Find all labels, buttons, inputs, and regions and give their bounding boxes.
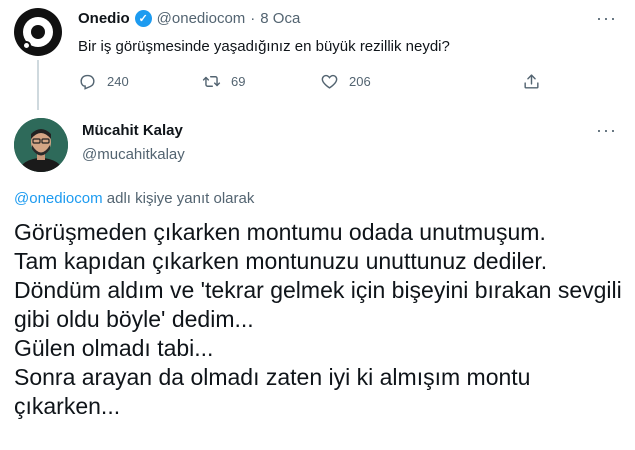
verified-badge-icon: ✓	[134, 10, 152, 27]
tweet-header: Onedio ✓ @onediocom · 8 Oca	[78, 10, 300, 27]
heart-icon	[321, 74, 338, 89]
author-name[interactable]: Onedio	[78, 10, 130, 27]
reply-tweet-text: Görüşmeden çıkarken montumu odada unutmu…	[14, 219, 622, 419]
retweet-icon	[202, 76, 221, 87]
separator: ·	[250, 10, 256, 27]
avatar[interactable]	[14, 118, 68, 172]
author-handle[interactable]: @mucahitkalay	[82, 146, 185, 163]
like-button[interactable]: 206	[320, 72, 371, 91]
retweet-button[interactable]: 69	[202, 72, 245, 91]
replying-to: @onediocom adlı kişiye yanıt olarak	[14, 190, 254, 207]
tweet-text: Bir iş görüşmesinde yaşadığınız en büyük…	[78, 38, 450, 55]
parent-tweet[interactable]: Onedio ✓ @onediocom · 8 Oca ··· Bir iş g…	[0, 0, 635, 110]
tweet-actions: 240 69 206	[78, 72, 558, 94]
share-button[interactable]	[522, 72, 541, 91]
more-icon[interactable]: ···	[596, 8, 617, 29]
like-count: 206	[349, 74, 371, 89]
replying-suffix: adlı kişiye yanıt olarak	[102, 190, 255, 207]
avatar[interactable]	[14, 8, 62, 56]
reply-icon	[80, 74, 95, 90]
author-name[interactable]: Mücahit Kalay	[82, 122, 183, 139]
reply-count: 240	[107, 74, 129, 89]
thread-line	[37, 60, 39, 110]
tweet-date[interactable]: 8 Oca	[260, 10, 300, 27]
replying-mention-link[interactable]: @onediocom	[14, 190, 103, 207]
share-icon	[524, 74, 539, 89]
more-icon[interactable]: ···	[596, 120, 617, 141]
reply-button[interactable]: 240	[78, 72, 129, 91]
retweet-count: 69	[231, 74, 246, 89]
author-handle[interactable]: @onediocom	[157, 10, 246, 27]
onedio-logo-dot	[22, 41, 31, 50]
profile-photo	[14, 118, 68, 172]
